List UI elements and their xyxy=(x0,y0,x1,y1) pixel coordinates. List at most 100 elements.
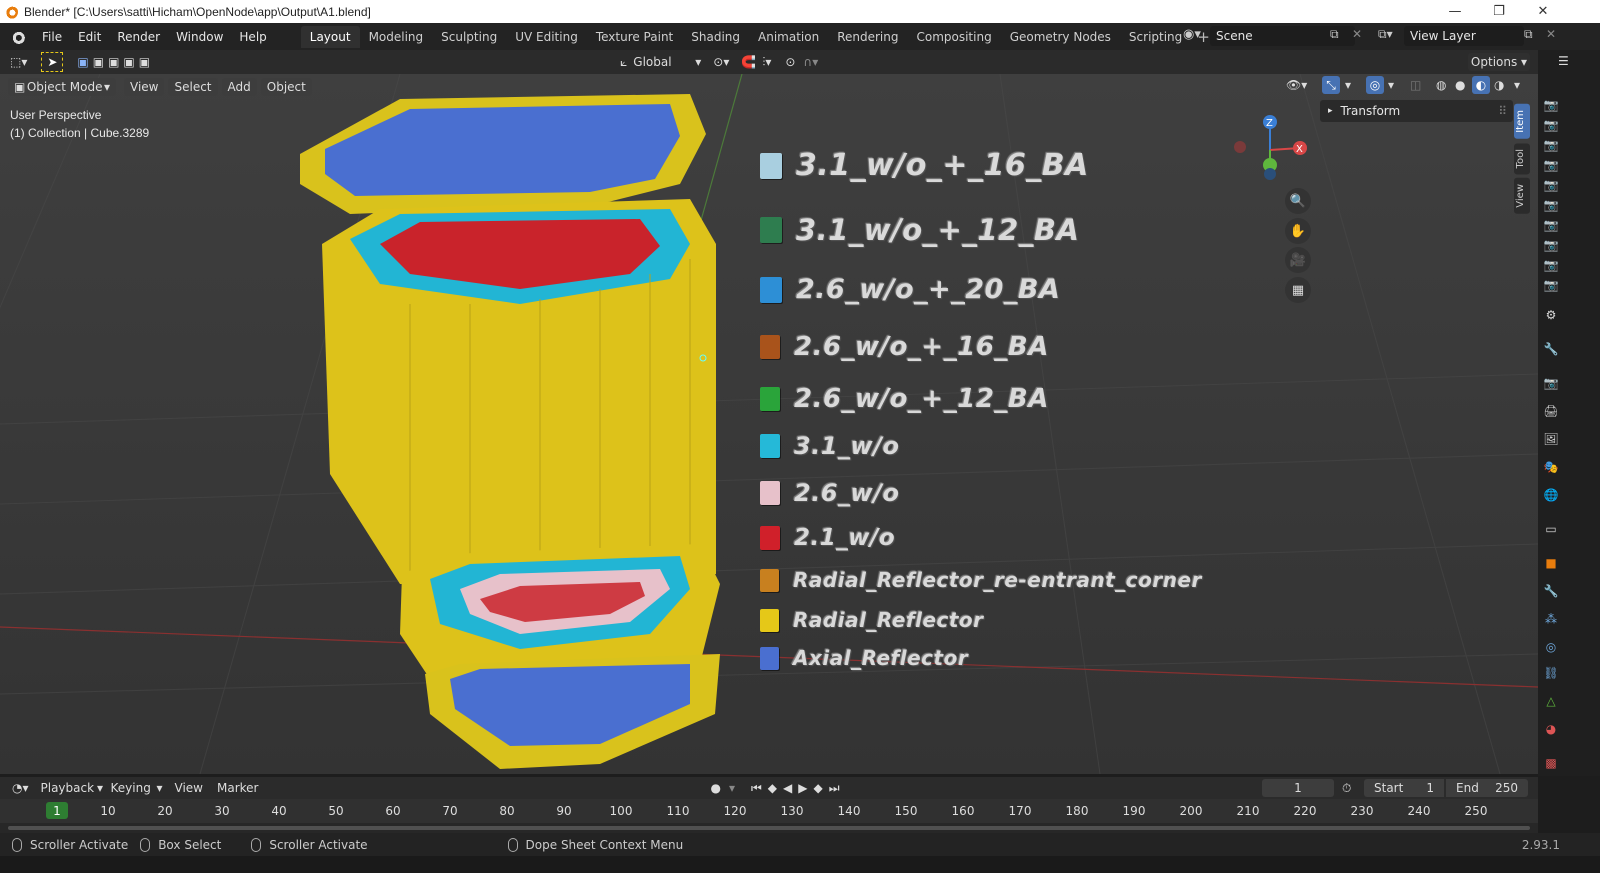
orientation-dropdown[interactable]: Global ▾ xyxy=(633,55,701,69)
blender-menu-icon[interactable] xyxy=(8,27,26,46)
material-properties-icon[interactable]: ◕ xyxy=(1542,720,1560,738)
tab-rendering[interactable]: Rendering xyxy=(828,26,907,48)
rendered-shading-icon[interactable]: ◑ xyxy=(1494,78,1504,92)
tab-tool[interactable]: Tool xyxy=(1514,142,1530,175)
navigation-gizmo[interactable]: Z X xyxy=(1230,110,1320,190)
data-properties-icon[interactable]: △ xyxy=(1542,692,1560,710)
tab-uv-editing[interactable]: UV Editing xyxy=(506,26,587,48)
camera-visibility-icon[interactable]: 📷 xyxy=(1542,136,1560,154)
select-tool-icon[interactable]: ➤ xyxy=(41,52,64,72)
keying-menu[interactable]: Keying ▾ xyxy=(111,781,163,795)
prev-keyframe-icon[interactable]: ◆ xyxy=(768,781,777,795)
overlay-dropdown-icon[interactable]: ▾ xyxy=(1388,78,1394,92)
menu-render[interactable]: Render xyxy=(109,27,168,47)
timeline-view-menu[interactable]: View xyxy=(175,781,203,795)
select-mode-intersect-icon[interactable]: ▣ xyxy=(139,55,150,69)
tab-sculpting[interactable]: Sculpting xyxy=(432,26,506,48)
view-layer-icon[interactable]: ⧉▾ xyxy=(1378,27,1393,42)
proportional-falloff-icon[interactable]: ∩▾ xyxy=(803,55,818,69)
outliner-editor-icon[interactable]: ☰ xyxy=(1558,54,1569,68)
shading-dropdown-icon[interactable]: ▾ xyxy=(1514,78,1520,92)
tab-modeling[interactable]: Modeling xyxy=(360,26,433,48)
voxel-model[interactable] xyxy=(300,94,720,769)
world-properties-icon[interactable]: 🌐 xyxy=(1542,486,1560,504)
view-menu[interactable]: View xyxy=(124,78,165,96)
material-shading-icon[interactable]: ◐ xyxy=(1472,76,1490,94)
play-icon[interactable]: ▶ xyxy=(798,781,807,795)
pivot-point-icon[interactable]: ⊙▾ xyxy=(713,55,729,69)
tab-geometry-nodes[interactable]: Geometry Nodes xyxy=(1001,26,1120,48)
3d-viewport[interactable]: ▣ Object Mode ▾ View Select Add Object U… xyxy=(0,74,1538,774)
tab-shading[interactable]: Shading xyxy=(682,26,749,48)
physics-properties-icon[interactable]: ◎ xyxy=(1542,638,1560,656)
timeline-editor-icon[interactable]: ◔▾ xyxy=(12,781,29,795)
camera-visibility-icon[interactable]: 📷 xyxy=(1542,276,1560,294)
properties-editor-icon[interactable]: ⚙ xyxy=(1542,306,1560,324)
wireframe-shading-icon[interactable]: ◍ xyxy=(1436,78,1446,92)
restore-button[interactable]: ❐ xyxy=(1476,0,1522,23)
view-layer-selector[interactable]: View Layer xyxy=(1404,26,1524,46)
output-properties-icon[interactable]: 🖨 xyxy=(1542,402,1560,420)
current-frame-field[interactable]: 1 xyxy=(1262,779,1334,797)
mode-dropdown[interactable]: ▣ Object Mode ▾ xyxy=(8,78,116,96)
tab-animation[interactable]: Animation xyxy=(749,26,828,48)
editor-type-icon[interactable]: ⬚▾ xyxy=(10,55,27,69)
menu-file[interactable]: File xyxy=(34,27,70,47)
preview-range-icon[interactable]: ⏱ xyxy=(1342,781,1351,796)
timeline-ruler[interactable]: 1 10 20 30 40 50 60 70 80 90 100 110 120… xyxy=(0,799,1538,823)
object-properties-icon[interactable]: ■ xyxy=(1542,554,1560,572)
camera-view-icon[interactable]: 🎥 xyxy=(1285,247,1311,273)
close-button[interactable]: ✕ xyxy=(1520,0,1566,23)
new-scene-icon[interactable]: ⧉ xyxy=(1330,27,1339,42)
select-mode-subtract-icon[interactable]: ▣ xyxy=(108,55,119,69)
options-dropdown[interactable]: Options ▾ xyxy=(1468,53,1530,71)
start-frame-field[interactable]: Start 1 xyxy=(1364,779,1444,797)
camera-visibility-icon[interactable]: 📷 xyxy=(1542,256,1560,274)
snap-target-icon[interactable]: ⫶▾ xyxy=(762,55,771,70)
delete-scene-icon[interactable]: ✕ xyxy=(1352,27,1362,41)
camera-visibility-icon[interactable]: 📷 xyxy=(1542,156,1560,174)
object-menu[interactable]: Object xyxy=(260,78,312,96)
camera-visibility-icon[interactable]: 📷 xyxy=(1542,236,1560,254)
overlay-toggle-icon[interactable]: ◎ xyxy=(1366,76,1384,94)
scene-properties-icon[interactable]: 🎭 xyxy=(1542,458,1560,476)
tab-scripting[interactable]: Scripting xyxy=(1120,26,1191,48)
render-properties-icon[interactable]: 📷 xyxy=(1542,374,1560,392)
select-mode-new-icon[interactable]: ▣ xyxy=(77,55,88,69)
delete-view-layer-icon[interactable]: ✕ xyxy=(1546,27,1556,41)
new-view-layer-icon[interactable]: ⧉ xyxy=(1524,27,1533,42)
modifier-properties-icon[interactable]: 🔧 xyxy=(1542,582,1560,600)
constraint-properties-icon[interactable]: ⛓ xyxy=(1542,664,1560,682)
select-menu[interactable]: Select xyxy=(168,78,218,96)
view-layer-properties-icon[interactable]: 🖼 xyxy=(1542,430,1560,448)
select-mode-extend-icon[interactable]: ▣ xyxy=(93,55,104,69)
camera-visibility-icon[interactable]: 📷 xyxy=(1542,196,1560,214)
camera-visibility-icon[interactable]: 📷 xyxy=(1542,96,1560,114)
collection-properties-icon[interactable]: ▭ xyxy=(1542,520,1560,538)
tab-item[interactable]: Item xyxy=(1514,104,1530,139)
particle-properties-icon[interactable]: ⁂ xyxy=(1542,610,1560,628)
ortho-grid-icon[interactable]: ▦ xyxy=(1285,277,1311,303)
play-reverse-icon[interactable]: ◀ xyxy=(783,781,792,795)
tab-layout[interactable]: Layout xyxy=(300,25,360,48)
timeline-scrollbar[interactable] xyxy=(0,823,1538,833)
menu-edit[interactable]: Edit xyxy=(70,27,109,47)
minimize-button[interactable]: — xyxy=(1432,0,1478,23)
jump-start-icon[interactable]: ⏮ xyxy=(751,781,762,796)
transform-panel[interactable]: ▸ Transform ⠿ xyxy=(1320,100,1513,122)
texture-properties-icon[interactable]: ▩ xyxy=(1542,754,1560,772)
xray-toggle-icon[interactable]: ◫ xyxy=(1410,78,1421,92)
playback-menu[interactable]: Playback ▾ xyxy=(41,781,104,795)
keyframe-type-icon[interactable]: ▾ xyxy=(729,781,735,795)
menu-window[interactable]: Window xyxy=(168,27,231,47)
tab-view[interactable]: View xyxy=(1514,178,1530,214)
gizmo-toggle-icon[interactable]: ⤡ xyxy=(1322,76,1340,94)
add-menu[interactable]: Add xyxy=(221,78,257,96)
zoom-icon[interactable]: 🔍 xyxy=(1285,188,1311,214)
solid-shading-icon[interactable]: ● xyxy=(1455,78,1465,92)
camera-visibility-icon[interactable]: 📷 xyxy=(1542,216,1560,234)
visibility-icon[interactable]: 👁▾ xyxy=(1286,78,1307,92)
tool-properties-icon[interactable]: 🔧 xyxy=(1542,340,1560,358)
gizmo-dropdown-icon[interactable]: ▾ xyxy=(1345,78,1351,92)
tab-texture-paint[interactable]: Texture Paint xyxy=(587,26,682,48)
